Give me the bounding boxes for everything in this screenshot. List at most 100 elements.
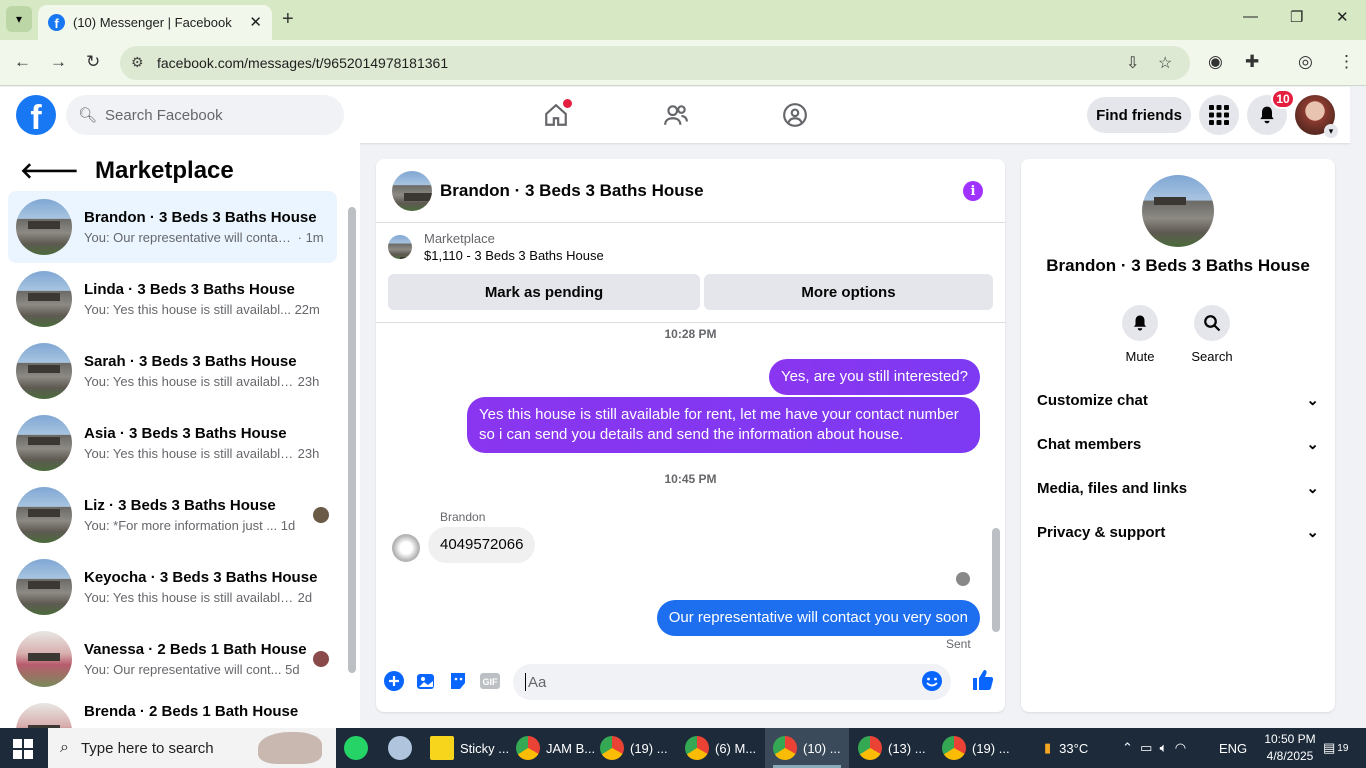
notification-center-icon[interactable]: ▤ 19: [1323, 728, 1348, 768]
menu-grid-icon[interactable]: [1199, 95, 1239, 135]
wifi-icon: ◠: [1174, 740, 1187, 755]
conversation-item[interactable]: Brenda · 2 Beds 1 Bath House: [8, 695, 337, 728]
chrome-taskbar-item[interactable]: (19) ...: [600, 728, 680, 768]
sticky-notes-taskbar-item[interactable]: Sticky ...: [430, 728, 510, 768]
conversation-item[interactable]: Keyocha · 3 Beds 3 Baths House You: Yes …: [8, 551, 337, 623]
chrome-taskbar-item[interactable]: (19) ...: [942, 728, 1022, 768]
app-taskbar-icon[interactable]: [388, 728, 418, 768]
photo-icon[interactable]: [415, 670, 437, 692]
search-conversation-button[interactable]: Search: [1187, 305, 1237, 364]
friends-nav-icon[interactable]: [660, 99, 692, 131]
forward-icon[interactable]: →: [50, 52, 67, 72]
chrome-taskbar-item[interactable]: JAM B...: [516, 728, 596, 768]
volume-icon: 🔈︎: [1159, 740, 1168, 755]
url-bar[interactable]: ⚙ facebook.com/messages/t/96520149781813…: [120, 46, 1190, 80]
house-thumbnail: [16, 559, 72, 615]
media-files-links-section[interactable]: Media, files and links ⌄: [1037, 466, 1319, 510]
emoji-icon[interactable]: [921, 670, 943, 696]
conversation-item[interactable]: Brandon · 3 Beds 3 Baths House You: Our …: [8, 191, 337, 263]
maximize-icon[interactable]: ❐: [1290, 8, 1303, 26]
conversation-time: 23h: [297, 446, 320, 461]
mark-as-pending-button[interactable]: Mark as pending: [388, 274, 700, 310]
new-tab-icon[interactable]: +: [282, 8, 294, 31]
browser-tab-active[interactable]: f (10) Messenger | Facebook ✕: [38, 5, 272, 40]
conversation-item[interactable]: Liz · 3 Beds 3 Baths House You: *For mor…: [8, 479, 337, 551]
weather-widget[interactable]: ▮ 33°C: [1044, 728, 1088, 768]
groups-nav-icon[interactable]: [779, 99, 811, 131]
close-tab-icon[interactable]: ✕: [249, 13, 262, 31]
outgoing-message[interactable]: Yes this house is still available for re…: [467, 397, 980, 453]
system-tray-icons[interactable]: ⌃ ▭ 🔈︎ ◠: [1122, 728, 1186, 768]
chat-title[interactable]: Brandon · 3 Beds 3 Baths House: [440, 181, 704, 201]
account-avatar[interactable]: ▾: [1295, 95, 1338, 138]
notification-count: 19: [1337, 742, 1349, 754]
outgoing-message[interactable]: Our representative will contact you very…: [656, 600, 980, 636]
bookmark-star-icon[interactable]: ☆: [1158, 53, 1172, 73]
sender-avatar[interactable]: [392, 534, 420, 562]
add-plus-icon[interactable]: [383, 670, 405, 692]
sidebar-title-text: Marketplace: [95, 157, 234, 184]
search-icon: [1194, 305, 1230, 341]
install-app-icon[interactable]: ⇩: [1126, 53, 1139, 73]
windows-start-icon[interactable]: [13, 739, 33, 764]
conversation-snippet: You: *For more information just ...: [84, 518, 278, 533]
site-info-icon[interactable]: ⚙: [131, 54, 144, 71]
conversation-snippet: You: Yes this house is still available..…: [84, 446, 294, 461]
like-thumbs-up-icon[interactable]: [971, 668, 995, 692]
page-scrollbar[interactable]: [1350, 87, 1366, 728]
minimize-icon[interactable]: —: [1243, 8, 1258, 25]
reload-icon[interactable]: ↻: [86, 52, 100, 72]
profile-thumbnail[interactable]: [1142, 175, 1214, 247]
search-label: Search: [1191, 349, 1233, 364]
privacy-support-section[interactable]: Privacy & support ⌄: [1037, 510, 1319, 554]
address-toolbar: ← → ↻ ⚙ facebook.com/messages/t/96520149…: [0, 40, 1366, 86]
facebook-logo-icon[interactable]: f: [16, 95, 56, 135]
more-options-button[interactable]: More options: [704, 274, 993, 310]
language-indicator[interactable]: ENG: [1219, 728, 1247, 768]
marketplace-listing[interactable]: Marketplace $1,110 - 3 Beds 3 Baths Hous…: [388, 231, 604, 263]
house-thumbnail: [16, 703, 72, 728]
extensions-icon[interactable]: ✚: [1245, 52, 1259, 72]
whatsapp-taskbar-icon[interactable]: [344, 728, 374, 768]
chrome-taskbar-item[interactable]: (6) M...: [685, 728, 765, 768]
search-facebook-input[interactable]: 🔍︎ Search Facebook: [66, 95, 344, 135]
conversation-item[interactable]: Vanessa · 2 Beds 1 Bath House You: Our r…: [8, 623, 337, 695]
facebook-favicon-icon: f: [48, 14, 65, 31]
conversation-item[interactable]: Asia · 3 Beds 3 Baths House You: Yes thi…: [8, 407, 337, 479]
house-thumbnail: [16, 199, 72, 255]
incoming-message[interactable]: 4049572066: [428, 527, 536, 563]
conversation-name: Liz · 3 Beds 3 Baths House: [84, 497, 276, 514]
chat-scrollbar[interactable]: [990, 323, 1000, 645]
close-window-icon[interactable]: ✕: [1336, 8, 1349, 26]
outgoing-message[interactable]: Yes, are you still interested?: [768, 359, 980, 395]
tab-search-dropdown-icon[interactable]: ▾: [6, 6, 32, 32]
back-icon[interactable]: ←: [14, 52, 31, 72]
chat-members-section[interactable]: Chat members ⌄: [1037, 422, 1319, 466]
chrome-taskbar-item[interactable]: (13) ...: [858, 728, 938, 768]
profile-icon[interactable]: ◎: [1298, 52, 1313, 72]
sidebar-scrollbar[interactable]: [346, 195, 356, 715]
taskbar-item-label: Sticky ...: [460, 740, 510, 756]
menu-dots-icon[interactable]: ⋮: [1338, 52, 1355, 72]
chrome-taskbar-item-active[interactable]: (10) ...: [765, 728, 849, 768]
back-arrow-icon[interactable]: 🡐: [20, 158, 79, 184]
mute-button[interactable]: Mute: [1115, 305, 1165, 364]
conversation-item[interactable]: Linda · 3 Beds 3 Baths House You: Yes th…: [8, 263, 337, 335]
message-input[interactable]: Aa: [513, 664, 951, 700]
conversation-item[interactable]: Sarah · 3 Beds 3 Baths House You: Yes th…: [8, 335, 337, 407]
sticker-icon[interactable]: [447, 670, 469, 692]
weather-icon: ▮: [1044, 740, 1052, 755]
info-icon[interactable]: i: [963, 181, 983, 201]
chevron-down-icon: ⌄: [1306, 524, 1319, 541]
chat-panel: Brandon · 3 Beds 3 Baths House i Marketp…: [376, 159, 1005, 712]
clock-date: 4/8/2025: [1266, 749, 1314, 763]
chat-avatar[interactable]: [392, 170, 432, 211]
customize-chat-section[interactable]: Customize chat ⌄: [1037, 378, 1319, 422]
conversation-snippet: You: Yes this house is still available .…: [84, 590, 294, 605]
listing-thumbnail: [388, 235, 412, 259]
gif-icon[interactable]: GIF: [479, 670, 501, 692]
taskbar-clock[interactable]: 10:50 PM 4/8/2025: [1262, 731, 1318, 765]
assistant-icon[interactable]: ◉: [1208, 52, 1223, 72]
find-friends-button[interactable]: Find friends: [1087, 97, 1191, 133]
taskbar-search-box[interactable]: ⌕ Type here to search: [48, 728, 336, 768]
